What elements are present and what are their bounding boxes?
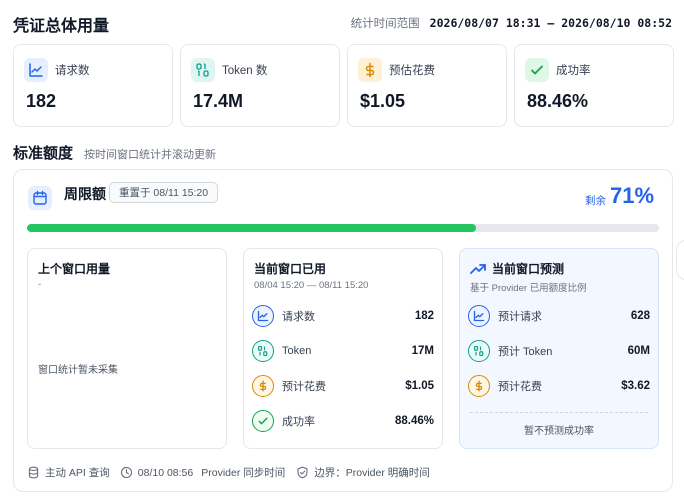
metric-label: 预计花费 (282, 381, 326, 393)
chart-line-icon (252, 305, 274, 327)
forecast-row-cost: 预计花费 $3.62 (468, 374, 650, 398)
footer-sync: Provider 同步时间 (201, 467, 286, 479)
side-panel-toggle[interactable] (676, 240, 684, 280)
trend-up-icon (470, 262, 486, 276)
metric-value: 17M (411, 345, 434, 357)
previous-window-title: 上个窗口用量 (38, 262, 111, 276)
dollar-icon (358, 58, 382, 82)
chart-line-icon (468, 305, 490, 327)
binary-icon (468, 340, 490, 362)
stat-label: 请求数 (55, 65, 90, 77)
remaining-value: 71% (610, 183, 655, 208)
metric-row-success-rate: 成功率 88.46% (252, 409, 434, 433)
current-window-card: 当前窗口已用 08/04 15:20 — 08/11 15:20 请求数 182… (243, 248, 443, 449)
previous-window-empty-note: 窗口统计暂未采集 (38, 365, 118, 376)
metric-label: 预计花费 (498, 381, 542, 393)
forecast-title-row: 当前窗口预测 (470, 260, 564, 277)
forecast-note: 暂不预测成功率 (524, 426, 594, 437)
stat-card-cost: 预估花费 $1.05 (347, 44, 507, 127)
dollar-icon (252, 375, 274, 397)
quota-progress-fill (27, 224, 476, 232)
binary-icon (191, 58, 215, 82)
footer-source: 主动 API 查询 (45, 467, 110, 479)
database-icon (27, 466, 40, 479)
metric-label: 预计 Token (498, 346, 553, 358)
shield-icon (296, 466, 309, 479)
section-subtitle: 按时间窗口统计并滚动更新 (84, 149, 216, 161)
stat-card-tokens: Token 数 17.4M (180, 44, 340, 127)
chart-line-icon (24, 58, 48, 82)
calendar-icon (28, 186, 52, 210)
clock-icon (120, 466, 133, 479)
page-title: 凭证总体用量 (13, 18, 110, 35)
stat-value: 182 (26, 91, 57, 111)
metric-value: 88.46% (394, 415, 434, 427)
forecast-divider (470, 412, 648, 413)
metric-row-requests: 请求数 182 (252, 304, 434, 328)
footer-time: 08/10 08:56 (137, 466, 194, 479)
metric-value: 628 (630, 310, 650, 322)
remaining-label: 剩余 (585, 195, 606, 207)
check-icon (252, 410, 274, 432)
dollar-icon (468, 375, 490, 397)
metric-value: $1.05 (405, 380, 434, 392)
stat-label: 成功率 (556, 65, 591, 77)
metric-label: 请求数 (282, 311, 315, 323)
current-window-title: 当前窗口已用 (254, 262, 327, 276)
stat-card-success-rate: 成功率 88.46% (514, 44, 674, 127)
current-window-range: 08/04 15:20 — 08/11 15:20 (254, 280, 369, 291)
stat-value: $1.05 (360, 91, 406, 111)
stat-card-requests: 请求数 182 (13, 44, 173, 127)
metric-row-cost: 预计花费 $1.05 (252, 374, 434, 398)
forecast-title: 当前窗口预测 (492, 262, 565, 276)
forecast-card: 当前窗口预测 基于 Provider 已用额度比例 预计请求 628 预计 To… (459, 248, 659, 449)
metric-value: 182 (414, 310, 434, 322)
binary-icon (252, 340, 274, 362)
quota-progress-bar (27, 224, 659, 232)
reset-badge: 重置于 08/11 15:20 (109, 182, 219, 203)
previous-window-card: 上个窗口用量 - 窗口统计暂未采集 (27, 248, 227, 449)
footer-boundary: 边界：Provider 明确时间 (314, 467, 430, 479)
forecast-row-tokens: 预计 Token 60M (468, 339, 650, 363)
forecast-desc: 基于 Provider 已用额度比例 (470, 283, 587, 294)
metric-label: Token (282, 345, 312, 357)
metric-label: 预计请求 (498, 311, 542, 323)
section-title: 标准额度 (13, 145, 74, 162)
time-range-label: 统计时间范围 (350, 18, 420, 30)
metric-value: $3.62 (621, 380, 650, 392)
quota-name: 周限额 (64, 186, 106, 202)
forecast-row-requests: 预计请求 628 (468, 304, 650, 328)
metric-row-tokens: Token 17M (252, 339, 434, 363)
stat-value: 17.4M (193, 91, 244, 111)
metric-value: 60M (627, 345, 650, 357)
stat-value: 88.46% (527, 91, 589, 111)
check-icon (525, 58, 549, 82)
metric-label: 成功率 (282, 416, 315, 428)
stat-label: 预估花费 (389, 65, 435, 77)
previous-window-desc: - (38, 279, 42, 290)
time-range: 统计时间范围 2026/08/07 18:31 — 2026/08/10 08:… (351, 15, 672, 31)
time-range-value: 2026/08/07 18:31 — 2026/08/10 08:52 (429, 16, 672, 30)
stat-label: Token 数 (222, 65, 268, 77)
quota-footer: 主动 API 查询 08/10 08:56 Provider 同步时间 边界：P… (27, 465, 430, 480)
